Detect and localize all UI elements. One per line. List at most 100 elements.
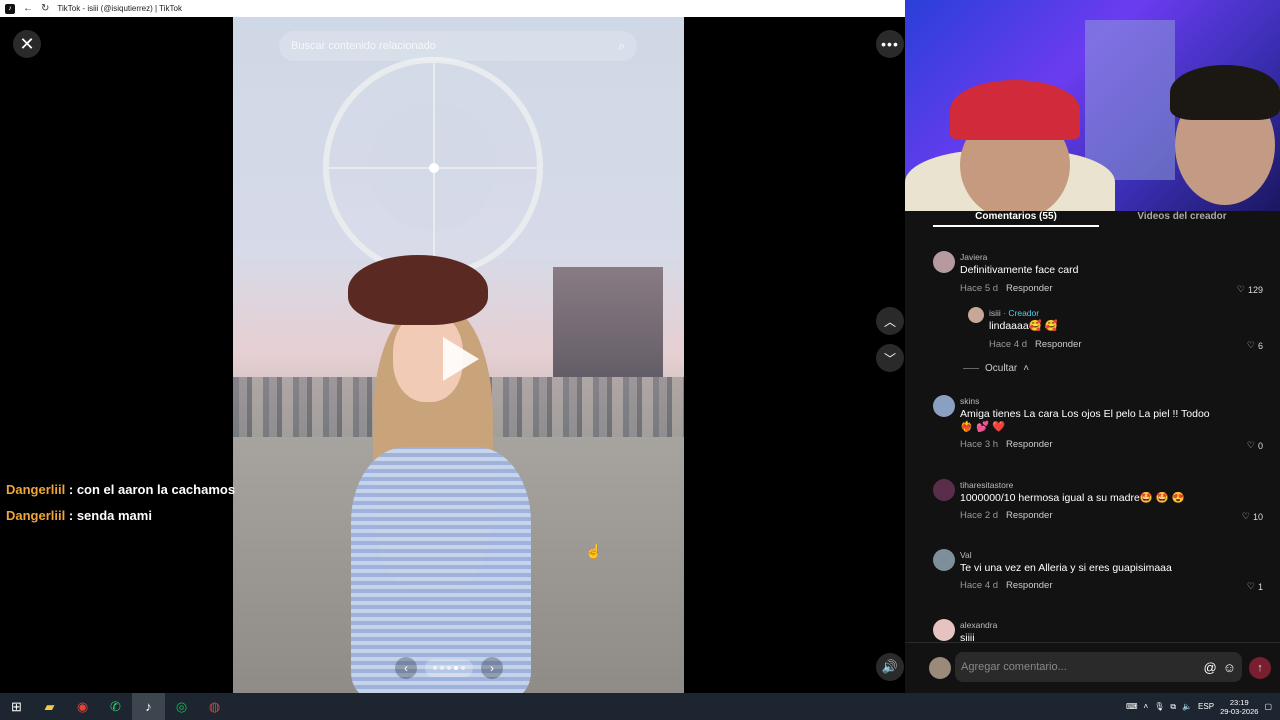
panel-tabs: Comentarios (55) Videos del creador bbox=[933, 211, 1280, 227]
like-button[interactable]: ♡ 1 bbox=[1247, 581, 1263, 592]
reload-icon[interactable]: ↻ bbox=[41, 3, 49, 14]
carousel-dots bbox=[425, 659, 473, 677]
carousel-dot[interactable] bbox=[461, 666, 465, 670]
avatar[interactable] bbox=[933, 395, 955, 417]
carousel-dot[interactable] bbox=[447, 666, 451, 670]
reply-button[interactable]: Responder bbox=[1035, 339, 1081, 350]
comment-author[interactable]: skins bbox=[960, 396, 979, 406]
reply-button[interactable]: Responder bbox=[1006, 580, 1052, 591]
background-door bbox=[1085, 20, 1175, 180]
chevron-up-icon[interactable]: ˄ bbox=[1144, 702, 1149, 711]
system-tray: ⌨ ˄ 🎙 ⧉ 🔈 ESP 23:19 29-03-2026 ▢ bbox=[1126, 693, 1272, 720]
cowboy-hat bbox=[348, 255, 488, 325]
stream-chat-overlay: Dangerliil : con el aaron la cachamos Da… bbox=[6, 477, 235, 529]
comment-item: Javiera Definitivamente face card Hace 5… bbox=[933, 251, 1263, 299]
microphone-icon[interactable]: 🎙 bbox=[1154, 702, 1164, 711]
chat-line: Dangerliil : con el aaron la cachamos bbox=[6, 477, 235, 503]
my-avatar bbox=[929, 657, 951, 679]
comment-author[interactable]: isiii · Creador bbox=[989, 308, 1039, 318]
reply-button[interactable]: Responder bbox=[1006, 510, 1052, 521]
clock-date: 29-03-2026 bbox=[1220, 706, 1259, 716]
search-icon[interactable]: ⌕ bbox=[618, 39, 625, 54]
windows-icon[interactable]: ⊞ bbox=[0, 693, 33, 720]
comment-text: Amiga tienes La cara Los ojos El pelo La… bbox=[960, 408, 1210, 433]
chat-user: Dangerliil bbox=[6, 482, 66, 497]
emoji-icon[interactable]: ☺ bbox=[1223, 660, 1236, 675]
chat-user: Dangerliil bbox=[6, 508, 66, 523]
reply-button[interactable]: Responder bbox=[1006, 283, 1052, 294]
comment-text: Definitivamente face card bbox=[960, 264, 1079, 276]
comment-item: tiharesitastore 1000000/10 hermosa igual… bbox=[933, 479, 1263, 527]
mention-icon[interactable]: @ bbox=[1204, 660, 1217, 675]
comment-meta: Hace 4 d Responder bbox=[989, 339, 1082, 350]
carousel-dot[interactable] bbox=[433, 666, 437, 670]
comment-author[interactable]: Javiera bbox=[960, 252, 987, 262]
network-icon[interactable]: ⧉ bbox=[1170, 702, 1176, 712]
avatar[interactable] bbox=[933, 479, 955, 501]
notifications-icon[interactable]: ▢ bbox=[1264, 702, 1272, 711]
comment-placeholder: Agregar comentario... bbox=[961, 661, 1067, 673]
like-button[interactable]: ♡ 6 bbox=[1247, 340, 1263, 351]
play-icon[interactable] bbox=[443, 337, 479, 381]
comment-time: Hace 2 d bbox=[960, 510, 999, 521]
clock[interactable]: 23:19 29-03-2026 bbox=[1220, 698, 1258, 716]
explorer-icon[interactable]: ▰ bbox=[33, 693, 66, 720]
like-count: 0 bbox=[1257, 440, 1263, 451]
mouse-cursor-icon: ☝ bbox=[585, 543, 603, 559]
spotify-icon[interactable]: ◎ bbox=[165, 693, 198, 720]
post-photo[interactable] bbox=[233, 17, 684, 693]
avatar[interactable] bbox=[933, 251, 955, 273]
video-viewer: ✕ ••• Buscar contenido relacionado ⌕ ︿ ﹀… bbox=[0, 17, 905, 693]
previous-video-button[interactable]: ︿ bbox=[876, 307, 904, 335]
avatar[interactable] bbox=[968, 307, 984, 323]
comment-author[interactable]: alexandra bbox=[960, 620, 997, 630]
comment-time: Hace 5 d bbox=[960, 283, 999, 294]
like-button[interactable]: ♡ 0 bbox=[1247, 440, 1263, 451]
tiktok-icon[interactable]: ♪ bbox=[132, 693, 165, 720]
hide-replies-button[interactable]: Ocultar ˄ bbox=[963, 363, 1029, 374]
volume-button[interactable]: 🔊 bbox=[876, 653, 904, 681]
carousel-dot[interactable] bbox=[440, 666, 444, 670]
volume-icon[interactable]: 🔈 bbox=[1182, 702, 1192, 711]
tab-creator-videos[interactable]: Videos del creador bbox=[1099, 211, 1265, 227]
back-icon[interactable]: ← bbox=[23, 3, 33, 14]
comment-input[interactable]: Agregar comentario... @ ☺ bbox=[955, 652, 1242, 682]
comment-time: Hace 4 d bbox=[989, 339, 1028, 350]
chat-message: : con el aaron la cachamos bbox=[68, 482, 236, 497]
taskbar: ⊞ ▰ ◉ ✆ ♪ ◎ ◍ ⌨ ˄ 🎙 ⧉ 🔈 ESP 23:19 29-03-… bbox=[0, 693, 1280, 720]
tab-comments[interactable]: Comentarios (55) bbox=[933, 211, 1099, 227]
comment-meta: Hace 2 d Responder bbox=[960, 510, 1053, 521]
comment-author[interactable]: tiharesitastore bbox=[960, 480, 1013, 490]
whatsapp-icon[interactable]: ✆ bbox=[99, 693, 132, 720]
clock-time: 23:19 bbox=[1229, 697, 1249, 707]
like-count: 10 bbox=[1252, 511, 1263, 522]
person-right-hair bbox=[1170, 65, 1280, 120]
heart-icon: ♡ bbox=[1246, 581, 1255, 591]
like-button[interactable]: ♡ 129 bbox=[1237, 284, 1263, 295]
comment-compose-bar: Agregar comentario... @ ☺ ↑ bbox=[905, 642, 1280, 693]
avatar[interactable] bbox=[933, 619, 955, 641]
next-video-button[interactable]: ﹀ bbox=[876, 344, 904, 372]
comment-text: lindaaaa🥰 🥰 bbox=[989, 320, 1058, 332]
keyboard-icon[interactable]: ⌨ bbox=[1126, 702, 1138, 711]
carousel-dot[interactable] bbox=[454, 666, 458, 670]
carousel-prev-button[interactable]: ‹ bbox=[395, 657, 417, 679]
avatar[interactable] bbox=[933, 549, 955, 571]
like-count: 6 bbox=[1257, 340, 1263, 351]
send-button[interactable]: ↑ bbox=[1249, 657, 1271, 679]
close-button[interactable]: ✕ bbox=[13, 30, 41, 58]
stage-structure bbox=[553, 267, 663, 377]
reply-button[interactable]: Responder bbox=[1006, 439, 1052, 450]
carousel-next-button[interactable]: › bbox=[481, 657, 503, 679]
search-input[interactable]: Buscar contenido relacionado bbox=[291, 40, 436, 52]
browser2-icon[interactable]: ◍ bbox=[198, 693, 231, 720]
like-button[interactable]: ♡ 10 bbox=[1242, 511, 1263, 522]
comment-item: skins Amiga tienes La cara Los ojos El p… bbox=[933, 395, 1263, 451]
related-search-bar[interactable]: Buscar contenido relacionado ⌕ bbox=[279, 31, 637, 61]
wheel-hub bbox=[429, 163, 439, 173]
heart-icon: ♡ bbox=[1241, 511, 1250, 521]
comment-author[interactable]: Val bbox=[960, 550, 972, 560]
more-options-button[interactable]: ••• bbox=[876, 30, 904, 58]
chrome-icon[interactable]: ◉ bbox=[66, 693, 99, 720]
language-indicator[interactable]: ESP bbox=[1198, 702, 1214, 711]
